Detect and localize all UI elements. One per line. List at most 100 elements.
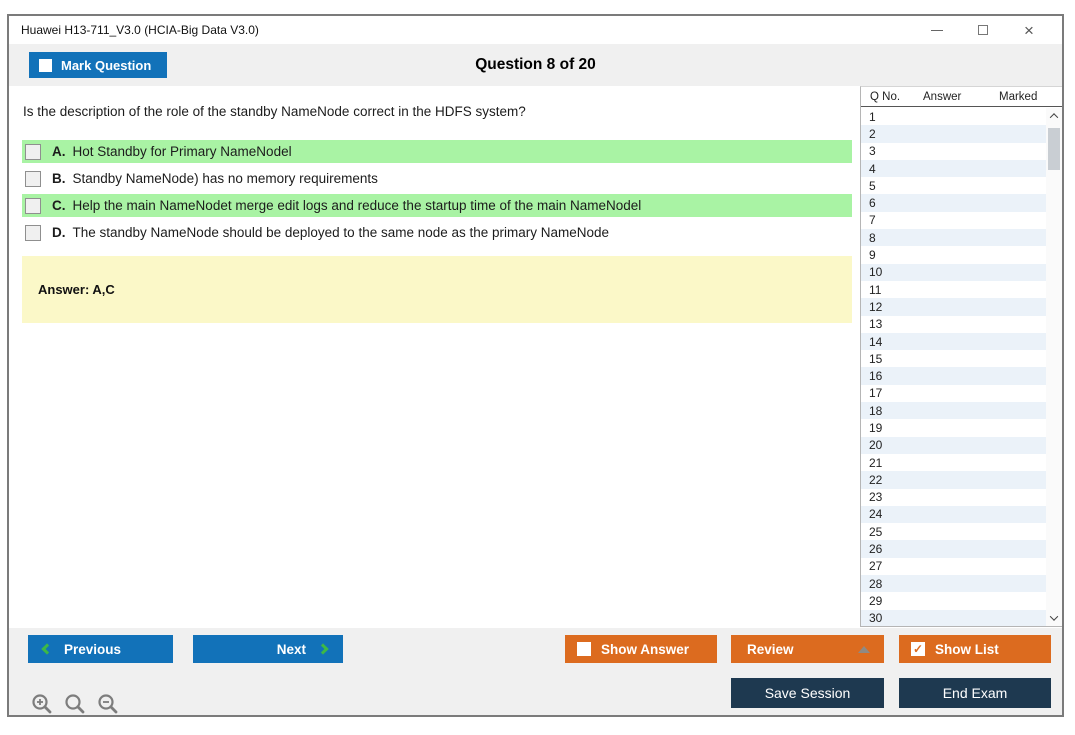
option-row-b[interactable]: B. Standby NameNode) has no memory requi… bbox=[22, 167, 852, 190]
show-answer-button[interactable]: Show Answer bbox=[565, 635, 717, 663]
scroll-down-button[interactable] bbox=[1046, 610, 1062, 626]
question-number: 13 bbox=[869, 317, 883, 332]
question-text: Is the description of the role of the st… bbox=[23, 104, 526, 119]
question-list-row[interactable]: 2 bbox=[861, 125, 1046, 143]
question-number: 18 bbox=[869, 403, 883, 418]
show-list-checkbox[interactable]: ✓ bbox=[911, 642, 925, 656]
end-exam-button[interactable]: End Exam bbox=[899, 678, 1051, 708]
question-list-row[interactable]: 9 bbox=[861, 246, 1046, 264]
exam-player-window: Huawei H13-711_V3.0 (HCIA-Big Data V3.0)… bbox=[7, 14, 1064, 717]
question-list-row[interactable]: 8 bbox=[861, 229, 1046, 247]
scroll-up-button[interactable] bbox=[1046, 108, 1062, 124]
question-number: 27 bbox=[869, 559, 883, 574]
question-list-row[interactable]: 4 bbox=[861, 159, 1046, 178]
option-row-c[interactable]: C. Help the main NameNodet merge edit lo… bbox=[22, 194, 852, 217]
question-number: 26 bbox=[869, 542, 883, 557]
question-list-row[interactable]: 6 bbox=[861, 194, 1046, 212]
question-list-row[interactable]: 22 bbox=[861, 471, 1046, 489]
question-list-row[interactable]: 10 bbox=[861, 263, 1046, 281]
question-number: 24 bbox=[869, 507, 883, 522]
question-list-row[interactable]: 18 bbox=[861, 402, 1046, 420]
question-list-row[interactable]: 17 bbox=[861, 384, 1046, 403]
question-number: 2 bbox=[869, 126, 876, 141]
show-answer-checkbox[interactable] bbox=[577, 642, 591, 656]
zoom-toolbar bbox=[30, 692, 120, 716]
save-session-label: Save Session bbox=[764, 685, 851, 701]
question-list-row[interactable]: 15 bbox=[861, 350, 1046, 368]
option-a-checkbox[interactable] bbox=[25, 143, 41, 160]
chevron-left-icon bbox=[41, 643, 53, 655]
question-number: 9 bbox=[869, 248, 876, 263]
option-d-text: The standby NameNode should be deployed … bbox=[72, 225, 610, 240]
option-a-letter: A. bbox=[52, 144, 66, 159]
question-list-panel: Q No. Answer Marked 1 2 3 4 5 6 7 8 9 10 11 12 13 14 1… bbox=[860, 86, 1062, 627]
save-session-button[interactable]: Save Session bbox=[731, 678, 884, 708]
window-controls: × bbox=[914, 16, 1052, 44]
close-icon: × bbox=[1024, 20, 1034, 40]
question-number: 5 bbox=[869, 178, 876, 193]
question-list-scrollbar[interactable] bbox=[1046, 108, 1062, 626]
question-list-row[interactable]: 1 bbox=[861, 108, 1046, 126]
scrollbar-thumb[interactable] bbox=[1048, 128, 1060, 170]
option-c-letter: C. bbox=[52, 198, 66, 213]
question-list-row[interactable]: 25 bbox=[861, 523, 1046, 541]
option-b-letter: B. bbox=[52, 171, 66, 186]
question-number: 16 bbox=[869, 369, 883, 384]
zoom-out-icon[interactable] bbox=[96, 692, 120, 716]
question-list-row[interactable]: 12 bbox=[861, 298, 1046, 316]
option-row-d[interactable]: D. The standby NameNode should be deploy… bbox=[22, 221, 852, 244]
scroll-down-icon bbox=[1049, 612, 1059, 621]
column-answer: Answer bbox=[923, 91, 962, 103]
chevron-right-icon bbox=[317, 643, 329, 655]
check-icon: ✓ bbox=[912, 642, 924, 656]
question-list-row[interactable]: 29 bbox=[861, 592, 1046, 610]
option-c-checkbox[interactable] bbox=[25, 197, 41, 214]
question-list-row[interactable]: 14 bbox=[861, 332, 1046, 351]
question-list-row[interactable]: 21 bbox=[861, 453, 1046, 472]
question-list-row[interactable]: 3 bbox=[861, 142, 1046, 160]
question-list-row[interactable]: 24 bbox=[861, 505, 1046, 524]
show-list-button[interactable]: ✓ Show List bbox=[899, 635, 1051, 663]
question-list-row[interactable]: 30 bbox=[861, 609, 1046, 626]
end-exam-label: End Exam bbox=[942, 685, 1008, 701]
option-row-a[interactable]: A. Hot Standby for Primary NameNodel bbox=[22, 140, 852, 163]
maximize-button[interactable] bbox=[960, 16, 1006, 44]
question-list-row[interactable]: 16 bbox=[861, 367, 1046, 385]
column-qno: Q No. bbox=[870, 91, 901, 103]
option-b-checkbox[interactable] bbox=[25, 170, 41, 187]
show-answer-label: Show Answer bbox=[601, 641, 690, 657]
question-list-row[interactable]: 11 bbox=[861, 280, 1046, 299]
column-marked: Marked bbox=[999, 91, 1038, 103]
previous-button[interactable]: Previous bbox=[28, 635, 173, 663]
question-list-row[interactable]: 23 bbox=[861, 488, 1046, 506]
question-number: 1 bbox=[869, 109, 876, 124]
option-b-text: Standby NameNode) has no memory requirem… bbox=[72, 171, 378, 186]
question-number: 25 bbox=[869, 524, 883, 539]
titlebar: Huawei H13-711_V3.0 (HCIA-Big Data V3.0)… bbox=[9, 16, 1062, 44]
question-number: 10 bbox=[869, 265, 883, 280]
maximize-icon bbox=[978, 25, 988, 35]
question-list-header: Q No. Answer Marked bbox=[861, 87, 1062, 107]
close-button[interactable]: × bbox=[1006, 16, 1052, 44]
question-list-row[interactable]: 7 bbox=[861, 211, 1046, 230]
question-list-row[interactable]: 20 bbox=[861, 436, 1046, 454]
question-list-row[interactable]: 26 bbox=[861, 540, 1046, 558]
zoom-in-icon[interactable] bbox=[30, 692, 54, 716]
minimize-button[interactable] bbox=[914, 16, 960, 44]
zoom-reset-icon[interactable] bbox=[63, 692, 87, 716]
minimize-icon bbox=[931, 29, 943, 31]
option-d-checkbox[interactable] bbox=[25, 224, 41, 241]
next-button[interactable]: Next bbox=[193, 635, 343, 663]
next-label: Next bbox=[276, 641, 306, 657]
review-dropdown-button[interactable]: Review bbox=[731, 635, 884, 663]
question-list-row[interactable]: 13 bbox=[861, 315, 1046, 333]
question-counter: Question 8 of 20 bbox=[475, 56, 596, 73]
question-list-row[interactable]: 19 bbox=[861, 419, 1046, 437]
question-list-row[interactable]: 28 bbox=[861, 575, 1046, 593]
show-list-label: Show List bbox=[935, 641, 999, 657]
question-number: 3 bbox=[869, 144, 876, 159]
question-number: 4 bbox=[869, 161, 876, 176]
triangle-up-icon bbox=[858, 645, 870, 653]
question-list-row[interactable]: 5 bbox=[861, 177, 1046, 195]
question-list-row[interactable]: 27 bbox=[861, 557, 1046, 576]
